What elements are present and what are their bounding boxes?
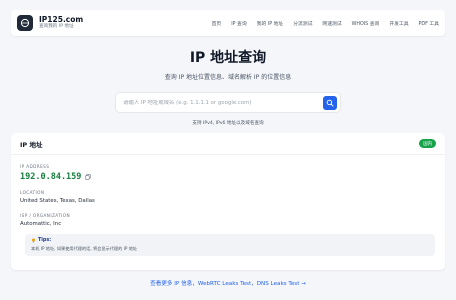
card-title: IP 地址 [20,140,43,149]
nav-dev-tools[interactable]: 开发工具 [389,20,408,27]
lightbulb-icon [32,238,35,243]
nav-my-ip[interactable]: 我的 IP 地址 [257,20,284,27]
logo-icon[interactable] [17,15,33,31]
nav-speed-test[interactable]: 网速测试 [322,20,341,27]
isp-label: ISP / ORGANIZATION [20,213,71,218]
search-button[interactable] [323,95,337,110]
search-hint: 支持 IPv4, IPv6 地址以及域名查询 [192,121,264,126]
location-label: LOCATION [20,190,45,195]
brand-subtitle: 查询我的 IP 地址 [39,24,74,30]
main-nav: 首页 IP 查询 我的 IP 地址 分流测试 网速测试 WHOIS 查询 开发工… [212,20,439,27]
more-info-link[interactable]: 查看更多 IP 信息，WebRTC Leaks Test，DNS Leaks T… [0,279,456,287]
page-subtitle: 查询 IP 地址位置信息、域名解析 IP 的位置信息 [164,74,292,81]
ip-address-label: IP ADDRESS [20,164,50,169]
nav-split-test[interactable]: 分流测试 [293,20,312,27]
isp-value: Automattic, Inc [20,221,62,227]
location-value: United States, Texas, Dallas [20,198,95,204]
tips-text: 本机 IP 地址, 如果使用代理的话, 将会显示代理的 IP 地址 [31,246,138,251]
copy-icon[interactable] [85,174,92,180]
card-header: IP 地址 国内 [11,133,445,155]
ip-address-text[interactable]: 192.0.84.159 [20,172,81,182]
page-title: IP 地址查询 [189,50,267,66]
search-bar [115,92,341,113]
tips-title: Tips: [31,238,429,243]
nav-ip-lookup[interactable]: IP 查询 [231,20,246,27]
globe-icon [20,18,30,28]
ip-result-card: IP 地址 国内 IP ADDRESS 192.0.84.159 LOCATIO… [11,133,445,270]
nav-whois[interactable]: WHOIS 查询 [352,20,380,27]
tips-title-text: Tips: [38,238,52,243]
ip-address-value: 192.0.84.159 [20,172,92,182]
site-header: IP125.com 查询我的 IP 地址 首页 IP 查询 我的 IP 地址 分… [11,10,445,36]
search-icon [326,99,334,107]
status-badge: 国内 [419,139,436,148]
nav-home[interactable]: 首页 [212,20,222,27]
nav-pdf-tools[interactable]: PDF 工具 [419,20,439,27]
brand[interactable]: IP125.com 查询我的 IP 地址 [39,16,83,30]
tips-box: Tips: 本机 IP 地址, 如果使用代理的话, 将会显示代理的 IP 地址 [25,234,435,256]
search-input[interactable] [123,99,323,106]
brand-title: IP125.com [39,14,84,24]
